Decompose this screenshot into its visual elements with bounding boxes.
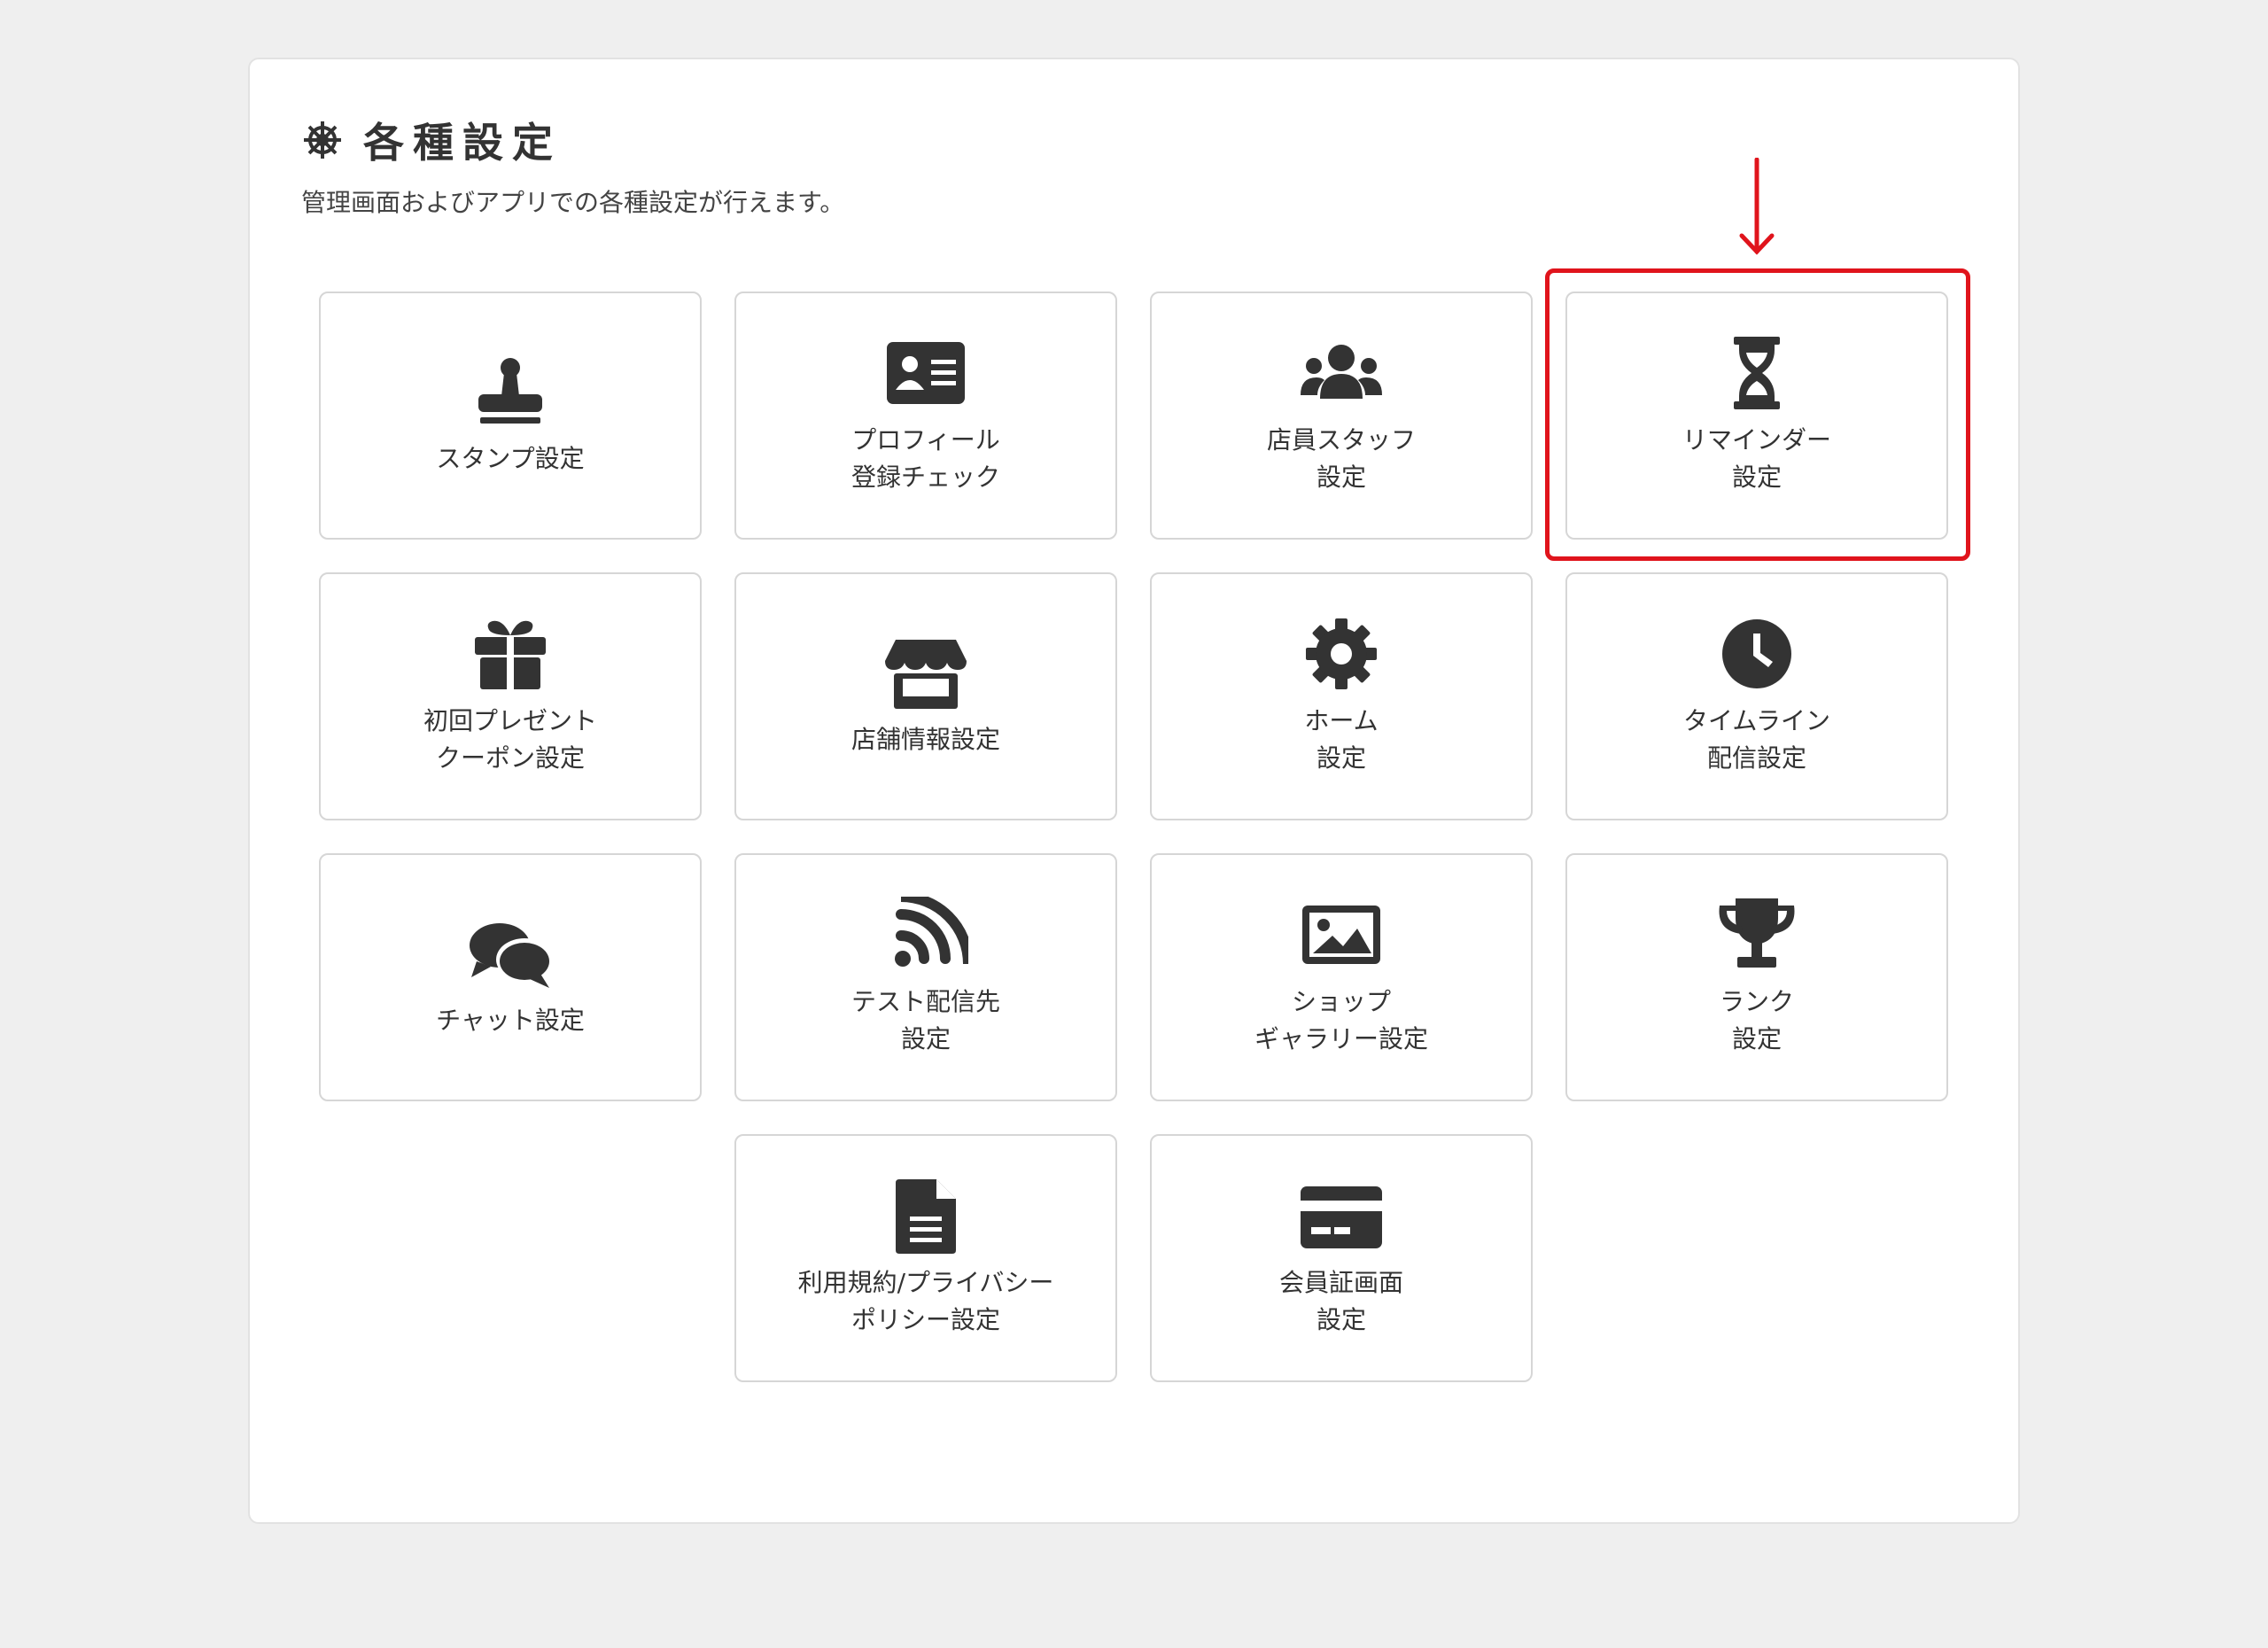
shop-gallery-label: ショップ ギャラリー設定 xyxy=(1254,987,1428,1053)
chat-settings-card[interactable]: チャット設定 xyxy=(319,853,702,1101)
profile-check-card[interactable]: プロフィール 登録チェック xyxy=(734,292,1117,540)
credit-card-icon xyxy=(1301,1186,1382,1248)
arrow-down-icon xyxy=(1739,158,1775,255)
member-card-settings-card[interactable]: 会員証画面 設定 xyxy=(1150,1134,1533,1382)
title-row: 各種設定 xyxy=(301,111,562,169)
first-coupon-label: 初回プレゼント クーポン設定 xyxy=(423,706,597,773)
profile-check-label: プロフィール 登録チェック xyxy=(850,425,1000,492)
home-settings-card[interactable]: ホーム 設定 xyxy=(1150,572,1533,820)
gear-icon xyxy=(1306,618,1377,689)
hourglass-icon xyxy=(1734,337,1780,409)
terms-settings-card[interactable]: 利用規約/プライバシー ポリシー設定 xyxy=(734,1134,1117,1382)
timeline-settings-card[interactable]: タイムライン 配信設定 xyxy=(1565,572,1948,820)
test-delivery-card[interactable]: テスト配信先 設定 xyxy=(734,853,1117,1101)
stamp-settings-card[interactable]: スタンプ設定 xyxy=(319,292,702,540)
reminder-settings-label: リマインダー 設定 xyxy=(1682,425,1831,492)
first-coupon-card[interactable]: 初回プレゼント クーポン設定 xyxy=(319,572,702,820)
stamp-settings-label: スタンプ設定 xyxy=(436,444,585,473)
member-card-settings-label: 会員証画面 設定 xyxy=(1278,1268,1403,1334)
home-settings-label: ホーム 設定 xyxy=(1304,706,1379,773)
timeline-settings-label: タイムライン 配信設定 xyxy=(1682,706,1831,773)
terms-settings-label: 利用規約/プライバシー ポリシー設定 xyxy=(797,1268,1054,1334)
shop-gallery-card[interactable]: ショップ ギャラリー設定 xyxy=(1150,853,1533,1101)
gift-icon xyxy=(475,620,546,690)
clock-icon xyxy=(1722,619,1791,688)
chat-settings-label: チャット設定 xyxy=(436,1006,585,1035)
trophy-icon xyxy=(1719,898,1795,968)
helm-gear-icon xyxy=(304,121,341,159)
rank-settings-label: ランク 設定 xyxy=(1719,987,1794,1053)
image-icon xyxy=(1302,906,1380,964)
staff-settings-label: 店員スタッフ 設定 xyxy=(1266,425,1416,492)
test-delivery-label: テスト配信先 設定 xyxy=(850,987,1000,1053)
stamp-icon xyxy=(478,358,542,424)
id-card-icon xyxy=(887,342,965,404)
chat-bubbles-icon xyxy=(470,923,553,988)
rank-settings-card[interactable]: ランク 設定 xyxy=(1565,853,1948,1101)
shop-info-card[interactable]: 店舗情報設定 xyxy=(734,572,1117,820)
page-title: 各種設定 xyxy=(363,119,562,167)
shop-info-label: 店舗情報設定 xyxy=(850,725,1000,754)
rss-icon xyxy=(895,897,968,967)
store-icon xyxy=(885,640,967,709)
staff-settings-card[interactable]: 店員スタッフ 設定 xyxy=(1150,292,1533,540)
reminder-settings-card[interactable]: リマインダー 設定 xyxy=(1565,292,1948,540)
page-description: 管理画面およびアプリでの各種設定が行えます。 xyxy=(301,188,845,217)
users-icon xyxy=(1301,345,1382,399)
document-icon xyxy=(896,1179,956,1254)
